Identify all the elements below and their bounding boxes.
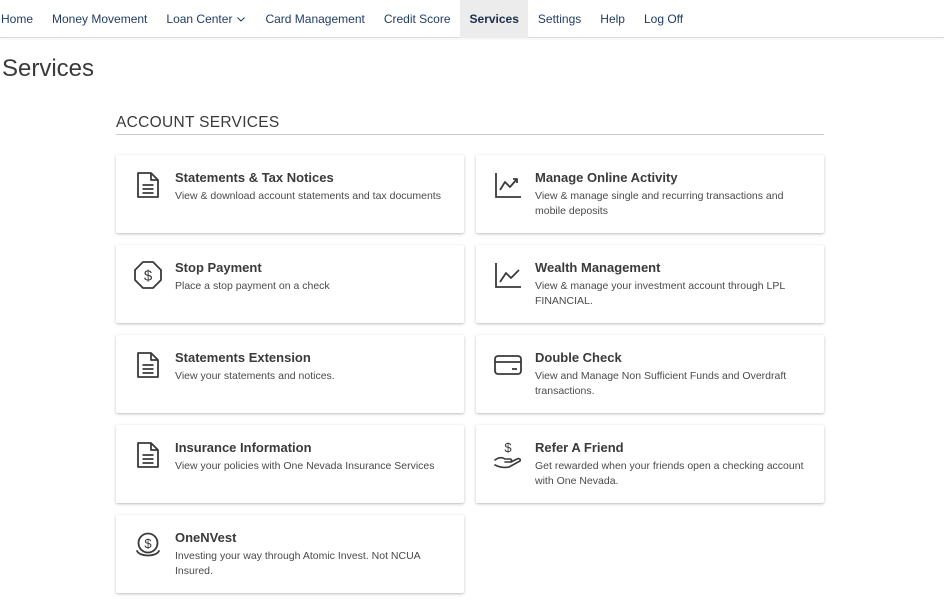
nav-card-management[interactable]: Card Management xyxy=(256,0,374,38)
svg-text:$: $ xyxy=(144,268,153,285)
card-statements-extension[interactable]: Statements Extension View your statement… xyxy=(116,335,464,413)
card-title: Statements & Tax Notices xyxy=(175,170,334,185)
card-description: View & manage single and recurring trans… xyxy=(535,190,784,217)
svg-text:$: $ xyxy=(144,536,152,551)
document-icon xyxy=(137,352,159,378)
money-bag-icon: $ xyxy=(136,532,160,557)
card-onenvest[interactable]: $ OneNVest Investing your way through At… xyxy=(116,515,464,593)
nav-money-movement[interactable]: Money Movement xyxy=(43,0,157,38)
card-stop-payment[interactable]: $ Stop Payment Place a stop payment on a… xyxy=(116,245,464,323)
card-description: View your policies with One Nevada Insur… xyxy=(175,460,435,472)
hand-dollar-icon: $ xyxy=(494,440,522,469)
card-title: Manage Online Activity xyxy=(535,170,678,185)
nav-services[interactable]: Services xyxy=(460,0,529,38)
chart-line-icon xyxy=(495,263,521,288)
card-title: Insurance Information xyxy=(175,440,312,455)
card-statements-tax-notices[interactable]: Statements & Tax Notices View & download… xyxy=(116,155,464,233)
card-title: Double Check xyxy=(535,350,622,365)
document-icon xyxy=(137,442,159,468)
card-description: View and Manage Non Sufficient Funds and… xyxy=(535,370,787,397)
card-double-check[interactable]: Double Check View and Manage Non Suffici… xyxy=(476,335,824,413)
card-title: OneNVest xyxy=(175,530,237,545)
nav-log-off[interactable]: Log Off xyxy=(634,0,692,38)
card-description: Investing your way through Atomic Invest… xyxy=(175,550,421,577)
top-navigation: Home Money Movement Loan Center Card Man… xyxy=(0,0,944,38)
card-title: Refer A Friend xyxy=(535,440,624,455)
nav-loan-center[interactable]: Loan Center xyxy=(157,0,256,38)
card-insurance-information[interactable]: Insurance Information View your policies… xyxy=(116,425,464,503)
chevron-down-icon xyxy=(237,17,246,22)
card-wealth-management[interactable]: Wealth Management View & manage your inv… xyxy=(476,245,824,323)
nav-credit-score[interactable]: Credit Score xyxy=(374,0,460,38)
card-description: View & download account statements and t… xyxy=(175,190,441,202)
chart-line-icon xyxy=(495,173,521,198)
card-manage-online-activity[interactable]: Manage Online Activity View & manage sin… xyxy=(476,155,824,233)
nav-home[interactable]: Home xyxy=(0,0,43,38)
card-description: Get rewarded when your friends open a ch… xyxy=(535,460,804,487)
credit-card-icon xyxy=(494,355,522,375)
card-description: Place a stop payment on a check xyxy=(175,280,330,292)
svg-text:$: $ xyxy=(504,440,512,455)
section-title: ACCOUNT SERVICES xyxy=(116,114,280,131)
card-refer-a-friend[interactable]: $ Refer A Friend Get rewarded when your … xyxy=(476,425,824,503)
card-title: Statements Extension xyxy=(175,350,311,365)
card-title: Wealth Management xyxy=(535,260,661,275)
card-description: View your statements and notices. xyxy=(175,370,335,382)
card-title: Stop Payment xyxy=(175,260,262,275)
card-description: View & manage your investment account th… xyxy=(535,280,785,307)
section-divider xyxy=(116,134,824,135)
dollar-shield-icon: $ xyxy=(134,261,162,289)
nav-help[interactable]: Help xyxy=(591,0,635,38)
nav-settings[interactable]: Settings xyxy=(528,0,590,38)
document-icon xyxy=(137,172,159,198)
page-title: Services xyxy=(2,55,95,82)
nav-loan-center-label: Loan Center xyxy=(166,12,233,26)
